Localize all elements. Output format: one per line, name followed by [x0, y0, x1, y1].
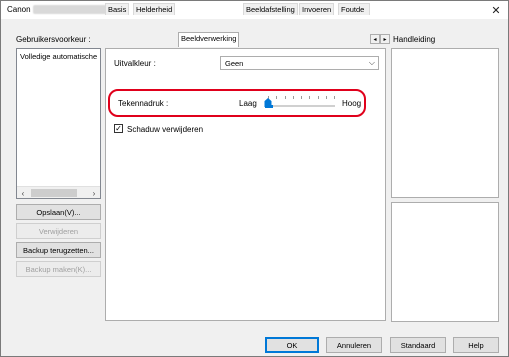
manual-label: Handleiding [393, 35, 436, 44]
slider-tick [284, 96, 286, 99]
dropout-color-value: Geen [225, 59, 244, 68]
tab-beeldafstelling[interactable]: Beeldafstelling [243, 3, 298, 15]
create-backup-button[interactable]: Backup maken(K)... [16, 261, 101, 277]
scrollbar-thumb[interactable] [31, 189, 77, 197]
chevron-left-icon[interactable]: ‹ [17, 187, 29, 199]
manual-preview-bottom [391, 202, 499, 322]
default-button[interactable]: Standaard [390, 337, 446, 353]
delete-button[interactable]: Verwijderen [16, 223, 101, 239]
tab-scroll-left-icon[interactable]: ◂ [370, 34, 380, 44]
ok-button[interactable]: OK [265, 337, 319, 353]
help-button[interactable]: Help [453, 337, 499, 353]
user-preferences-list[interactable]: Volledige automatische ‹ › [16, 48, 101, 199]
tab-invoeren[interactable]: Invoeren [299, 3, 335, 15]
restore-backup-button[interactable]: Backup terugzetten... [16, 242, 101, 258]
close-icon[interactable]: ✕ [484, 1, 508, 19]
check-icon: ✓ [115, 123, 122, 133]
emphasis-slider-track[interactable] [265, 105, 335, 107]
user-preferences-label: Gebruikersvoorkeur : [16, 35, 91, 44]
chevron-right-icon[interactable]: › [88, 187, 100, 199]
settings-dialog: Canon ✕ Gebruikersvoorkeur : Volledige a… [0, 0, 509, 357]
slider-tick [309, 96, 311, 99]
window-title: Canon [7, 5, 31, 14]
tab-scroll-right-icon[interactable]: ▸ [380, 34, 390, 44]
slider-tick [334, 96, 335, 99]
tab-helderheid[interactable]: Helderheid [133, 3, 176, 15]
tab-beeldverwerking[interactable]: Beeldverwerking [178, 32, 240, 47]
emphasis-low-label: Laag [239, 99, 257, 108]
slider-tick [276, 96, 278, 99]
save-button[interactable]: Opslaan(V)... [16, 204, 101, 220]
dropout-color-select[interactable]: Geen ⌵ [220, 56, 379, 70]
emphasis-high-label: Hoog [342, 99, 362, 108]
horizontal-scrollbar[interactable]: ‹ › [17, 186, 100, 198]
shadow-removal-checkbox[interactable]: ✓ [114, 124, 123, 133]
list-item[interactable]: Volledige automatische [20, 52, 97, 61]
chevron-down-icon: ⌵ [368, 58, 375, 67]
shadow-removal-label[interactable]: Schaduw verwijderen [127, 125, 203, 134]
slider-tick [325, 96, 327, 99]
slider-tick [292, 96, 294, 99]
cancel-button[interactable]: Annuleren [326, 337, 382, 353]
slider-tick [317, 96, 319, 99]
dropout-color-label: Uitvalkleur : [114, 59, 156, 68]
character-emphasis-label: Tekennadruk : [118, 99, 169, 108]
tab-basis[interactable]: Basis [105, 3, 130, 15]
tab-foutdetectie[interactable]: Foutde [338, 3, 370, 15]
manual-preview-top [391, 48, 499, 198]
slider-tick [301, 96, 302, 99]
